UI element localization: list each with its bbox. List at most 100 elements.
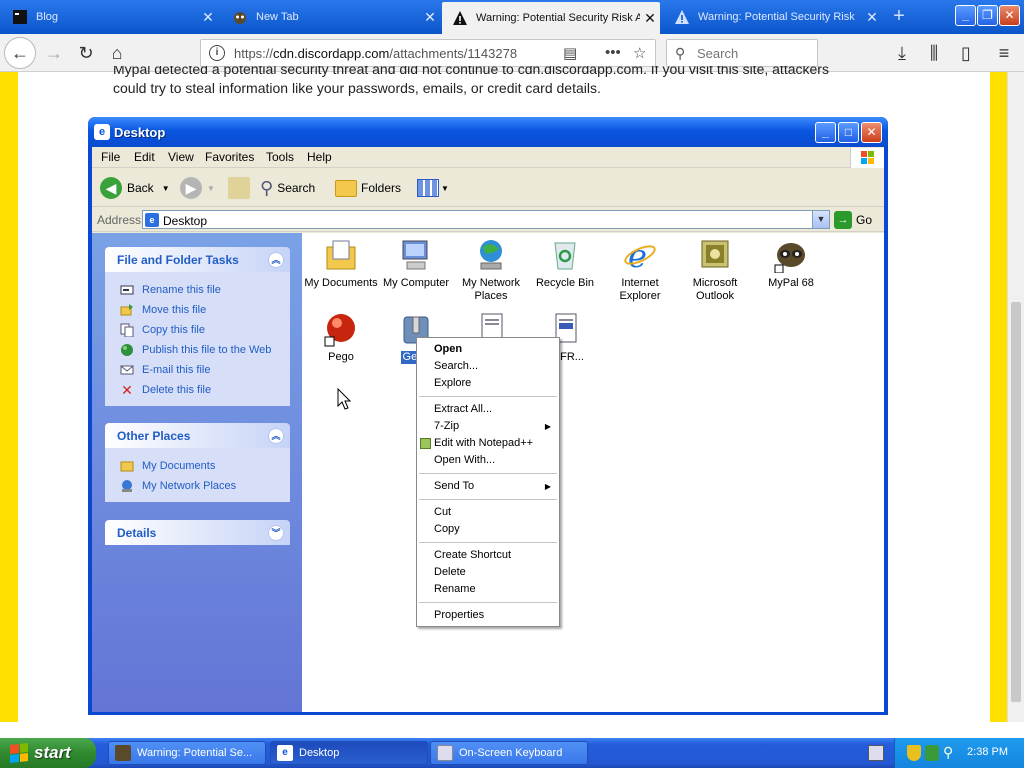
tab-warning-2[interactable]: Warning: Potential Security Risk ✕ [664, 3, 882, 31]
context-item-search[interactable]: Search... [417, 358, 559, 375]
explorer-title-bar[interactable]: e Desktop _ □ ✕ [88, 117, 888, 147]
context-item-extract-all[interactable]: Extract All... [417, 401, 559, 418]
desktop-item-my-documents[interactable]: My Documents [302, 237, 380, 290]
security-shield-icon[interactable] [907, 745, 921, 761]
taskbar-item-osk[interactable]: On-Screen Keyboard [430, 741, 588, 765]
close-tab-icon[interactable]: ✕ [862, 9, 882, 26]
reader-view-icon[interactable]: ▤ [563, 44, 577, 62]
panel-header[interactable]: Other Places ︽ [105, 423, 290, 448]
task-email[interactable]: E-mail this file [105, 360, 290, 380]
library-icon[interactable]: ⫼ [920, 39, 948, 67]
place-network[interactable]: My Network Places [105, 476, 290, 496]
back-icon[interactable]: ← [4, 37, 36, 69]
context-item-edit-with-notepad[interactable]: Edit with Notepad++ [417, 435, 559, 452]
panel-header[interactable]: File and Folder Tasks ︽ [105, 247, 290, 272]
place-my-documents[interactable]: My Documents [105, 456, 290, 476]
search-input[interactable] [697, 44, 807, 62]
menu-file[interactable]: File [101, 150, 120, 164]
home-icon[interactable]: ⌂ [103, 39, 131, 67]
start-button[interactable]: start [0, 738, 96, 768]
context-item-cut[interactable]: Cut [417, 504, 559, 521]
desktop-item-outlook[interactable]: Microsoft Outlook [676, 237, 754, 303]
network-places-icon [119, 478, 135, 494]
context-item-explore[interactable]: Explore [417, 375, 559, 392]
window-restore-button[interactable]: ❐ [977, 5, 998, 26]
explorer-minimize-button[interactable]: _ [815, 122, 836, 143]
url-bar[interactable]: i https://cdn.discordapp.com/attachments… [200, 39, 656, 67]
menu-icon[interactable]: ≡ [990, 39, 1018, 67]
menu-edit[interactable]: Edit [134, 150, 155, 164]
context-item-open-with[interactable]: Open With... [417, 452, 559, 469]
menu-separator [419, 396, 557, 397]
context-item-open[interactable]: Open [417, 341, 559, 358]
desktop-item-pego[interactable]: Pego [302, 311, 380, 364]
menu-help[interactable]: Help [307, 150, 332, 164]
taskbar-item-browser[interactable]: Warning: Potential Se... [108, 741, 266, 765]
network-icon[interactable] [925, 745, 939, 761]
page-scrollbar[interactable] [1007, 72, 1024, 722]
sidebar-icon[interactable]: ▯ [952, 39, 980, 67]
views-button[interactable]: ▼ [417, 175, 449, 201]
desktop-item-mypal[interactable]: MyPal 68 [752, 237, 830, 290]
menu-separator [419, 542, 557, 543]
expand-icon[interactable]: ︾ [268, 525, 284, 541]
bookmark-star-icon[interactable]: ☆ [633, 44, 646, 62]
search-bar[interactable]: ⚲ [666, 39, 818, 67]
context-item-create-shortcut[interactable]: Create Shortcut [417, 547, 559, 564]
address-field[interactable]: e Desktop ▼ [142, 210, 830, 229]
address-dropdown-icon[interactable]: ▼ [812, 211, 829, 228]
close-tab-icon[interactable]: ✕ [198, 9, 218, 26]
url-text[interactable]: https://cdn.discordapp.com/attachments/1… [234, 46, 554, 61]
folders-button[interactable]: Folders [335, 175, 401, 201]
context-item-7-zip[interactable]: 7-Zip ▶ [417, 418, 559, 435]
desktop-item-network-places[interactable]: My Network Places [452, 237, 530, 303]
keyboard-icon[interactable] [868, 745, 884, 761]
explorer-close-button[interactable]: ✕ [861, 122, 882, 143]
downloads-icon[interactable]: ⤓ [888, 39, 916, 67]
task-move[interactable]: Move this file [105, 300, 290, 320]
dropdown-arrow-icon[interactable]: ▼ [162, 184, 170, 193]
forward-button[interactable]: ▶ ▼ [180, 175, 215, 201]
go-button[interactable]: → Go [834, 210, 872, 230]
desktop-item-internet-explorer[interactable]: e Internet Explorer [601, 237, 679, 303]
new-tab-button[interactable]: + [886, 4, 912, 30]
search-button[interactable]: ⚲ Search [260, 175, 315, 201]
page-actions-icon[interactable]: ••• [605, 44, 621, 61]
tab-blog[interactable]: Blog ✕ [2, 3, 218, 31]
close-tab-icon[interactable]: ✕ [640, 10, 660, 27]
desktop-item-recycle-bin[interactable]: Recycle Bin [526, 237, 604, 290]
context-item-rename[interactable]: Rename [417, 581, 559, 598]
menu-favorites[interactable]: Favorites [205, 150, 254, 164]
task-rename[interactable]: Rename this file [105, 280, 290, 300]
taskbar-item-desktop[interactable]: e Desktop [270, 741, 428, 765]
menu-view[interactable]: View [168, 150, 194, 164]
task-publish[interactable]: Publish this file to the Web [105, 340, 290, 360]
search-icon[interactable]: ⚲ [943, 744, 953, 761]
collapse-icon[interactable]: ︽ [268, 428, 284, 444]
scrollbar-thumb[interactable] [1011, 302, 1021, 702]
desktop-item-my-computer[interactable]: My Computer [377, 237, 455, 290]
task-copy[interactable]: Copy this file [105, 320, 290, 340]
up-folder-button[interactable] [228, 175, 250, 201]
back-button[interactable]: ◀ Back ▼ [100, 175, 170, 201]
context-item-copy[interactable]: Copy [417, 521, 559, 538]
tab-new-tab[interactable]: New Tab ✕ [222, 3, 440, 31]
forward-icon[interactable]: → [40, 39, 68, 67]
context-item-delete[interactable]: Delete [417, 564, 559, 581]
window-close-button[interactable]: ✕ [999, 5, 1020, 26]
task-delete[interactable]: ✕ Delete this file [105, 380, 290, 400]
close-tab-icon[interactable]: ✕ [420, 9, 440, 26]
collapse-icon[interactable]: ︽ [268, 252, 284, 268]
dropdown-arrow-icon[interactable]: ▼ [207, 184, 215, 193]
menu-tools[interactable]: Tools [266, 150, 294, 164]
explorer-maximize-button[interactable]: □ [838, 122, 859, 143]
context-item-send-to[interactable]: Send To ▶ [417, 478, 559, 495]
window-minimize-button[interactable]: _ [955, 5, 976, 26]
reload-icon[interactable]: ↻ [72, 39, 100, 67]
go-arrow-icon: → [834, 211, 852, 229]
tab-warning-active[interactable]: Warning: Potential Security Risk A ✕ [442, 2, 660, 34]
context-item-properties[interactable]: Properties [417, 607, 559, 624]
windows-logo-icon [850, 148, 884, 168]
site-info-icon[interactable]: i [209, 45, 225, 61]
panel-header[interactable]: Details ︾ [105, 520, 290, 545]
